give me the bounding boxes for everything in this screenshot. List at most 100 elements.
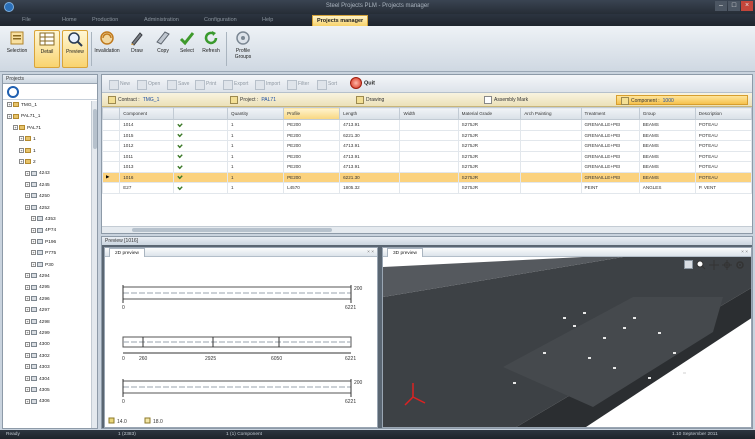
drawing-filter[interactable]: Drawing [356,95,384,105]
minimize-button[interactable]: – [715,1,727,11]
expand-toggle-icon[interactable]: + [7,102,12,108]
table-row[interactable]: 1013 1 PE200 4713.91 S275JR GRENAILLE+PEI BEAM… [101,161,753,173]
tree-node[interactable]: +4295 [25,283,50,293]
table-row[interactable]: 1012 1 PE200 4713.91 S275JR GRENAILLE+PEI BEAM… [101,140,753,152]
tree-node[interactable]: +4300 [25,340,50,350]
expand-toggle-icon[interactable]: + [31,250,36,256]
tab-help[interactable]: Help [258,15,277,26]
tree-node[interactable]: +4P74 [31,226,56,236]
tree-node[interactable]: +4303 [25,363,50,373]
grid-horizontal-scrollbar[interactable] [102,226,752,233]
settings-icon[interactable] [735,260,745,270]
expand-toggle-icon[interactable]: + [25,273,30,279]
rotate-icon[interactable] [722,260,732,270]
expand-toggle-icon[interactable]: + [31,227,36,233]
tree-scrollbar[interactable] [91,101,97,428]
expand-toggle-icon[interactable]: + [25,193,30,199]
tree-node[interactable]: +4294 [25,272,50,282]
profile-groups-button[interactable]: Profile Groups [230,30,256,68]
tab-3d-preview[interactable]: 3D preview [387,248,423,257]
expand-toggle-icon[interactable]: + [25,296,30,302]
tab-2d-preview[interactable]: 2D preview [109,248,145,257]
expand-toggle-icon[interactable]: + [31,261,36,267]
expand-toggle-icon[interactable]: + [19,159,24,165]
toolbar-new-button[interactable]: New [108,78,130,90]
expand-toggle-icon[interactable]: + [25,364,30,370]
pan-icon[interactable] [709,260,719,270]
tree-node[interactable]: +4299 [25,329,50,339]
expand-toggle-icon[interactable]: + [25,387,30,393]
tree-node[interactable]: +1 [19,135,36,145]
toolbar-import-button[interactable]: Import [254,78,280,90]
copy-button[interactable]: Copy [150,30,176,68]
close-icon[interactable]: × × [741,248,748,257]
toolbar-sort-button[interactable]: Sort [316,78,337,90]
expand-toggle-icon[interactable]: + [7,113,12,119]
toolbar-open-button[interactable]: Open [136,78,160,90]
tree-node[interactable]: + P196 [31,238,56,248]
tree-node[interactable]: + P775 [31,249,56,259]
expand-toggle-icon[interactable]: + [25,204,30,210]
preview-button[interactable]: Preview [62,30,88,68]
tree-node[interactable]: +4252 [25,204,50,214]
detail-button[interactable]: Detail [34,30,60,68]
tree-node[interactable]: +1 [19,147,36,157]
contract-filter[interactable]: Contract : TMG_1 [108,95,159,105]
app-logo-icon[interactable] [7,86,19,98]
refresh-button[interactable]: Refresh [198,30,224,68]
toolbar-print-button[interactable]: Print [194,78,216,90]
draw-button[interactable]: Draw [124,30,150,68]
tab-production[interactable]: Production [88,15,122,26]
column-header-pointer[interactable] [101,107,121,120]
toolbar-save-button[interactable]: Save [166,78,189,90]
tree-node[interactable]: + PAL71_1 [7,112,40,122]
tree-node[interactable]: +4245 [25,181,50,191]
selection-button[interactable]: Selection [4,30,30,68]
table-row[interactable]: 1015 1 PE200 6221.30 S275JR GRENAILLE+PEI BEAM… [101,129,753,141]
expand-toggle-icon[interactable]: + [25,398,30,404]
tree-node[interactable]: +2 [19,158,36,168]
table-row[interactable]: ▶ 1016 1 PE200 6221.30 S275JR GRENAILLE+PEI BEA… [101,171,753,183]
select-button[interactable]: Select [174,30,200,68]
scroll-thumb[interactable] [93,109,97,149]
column-header-component[interactable]: Component [119,107,175,120]
tree-node[interactable]: + PAL71 [13,124,41,134]
expand-toggle-icon[interactable]: + [19,136,24,142]
column-header-length[interactable]: Length [339,107,401,120]
toolbar-filter-button[interactable]: Filter [286,78,309,90]
tree-node[interactable]: + TMG_1 [7,101,37,111]
expand-toggle-icon[interactable]: + [25,170,30,176]
table-row[interactable]: 1014 1 PE200 4713.91 S275JR GRENAILLE+PEI BEAM… [101,119,753,131]
column-header-grade[interactable]: Material Grade [457,107,522,120]
maximize-button[interactable]: □ [728,1,740,11]
tree-node[interactable]: +4250 [25,192,50,202]
expand-toggle-icon[interactable]: + [25,284,30,290]
tree-node[interactable]: +4243 [25,169,50,179]
table-row[interactable]: E27 1 L4570 1805.32 S275JR PEINT ANGLES P. VENT [101,182,753,194]
column-header-description[interactable]: Description [694,107,753,120]
tree-node[interactable]: + P30 [31,261,54,271]
expand-toggle-icon[interactable]: + [25,182,30,188]
expand-toggle-icon[interactable]: + [25,341,30,347]
tab-projects-manager[interactable]: Projects manager [312,15,369,26]
expand-toggle-icon[interactable]: + [25,318,30,324]
column-header-group[interactable]: Group [638,107,696,120]
tab-home[interactable]: Home [58,15,81,26]
assembly-checkbox[interactable] [484,95,492,104]
close-icon[interactable]: × × [367,248,374,257]
toolbar-export-button[interactable]: Export [222,78,248,90]
tree-node[interactable]: +4296 [25,295,50,305]
beam-view-3d[interactable] [383,257,752,428]
zoom-icon[interactable] [696,260,706,270]
expand-toggle-icon[interactable]: + [31,239,36,245]
expand-toggle-icon[interactable]: + [31,216,36,222]
expand-toggle-icon[interactable]: + [19,147,24,153]
scroll-thumb[interactable] [132,228,332,232]
invalidation-button[interactable]: Invalidation [94,30,120,68]
column-header-check[interactable] [173,107,229,120]
tab-file[interactable]: File [18,15,35,26]
expand-toggle-icon[interactable]: + [25,353,30,359]
assembly-filter[interactable]: Assembly Mark [484,95,528,105]
fit-icon[interactable] [684,260,693,269]
column-header-width[interactable]: Width [399,107,459,120]
